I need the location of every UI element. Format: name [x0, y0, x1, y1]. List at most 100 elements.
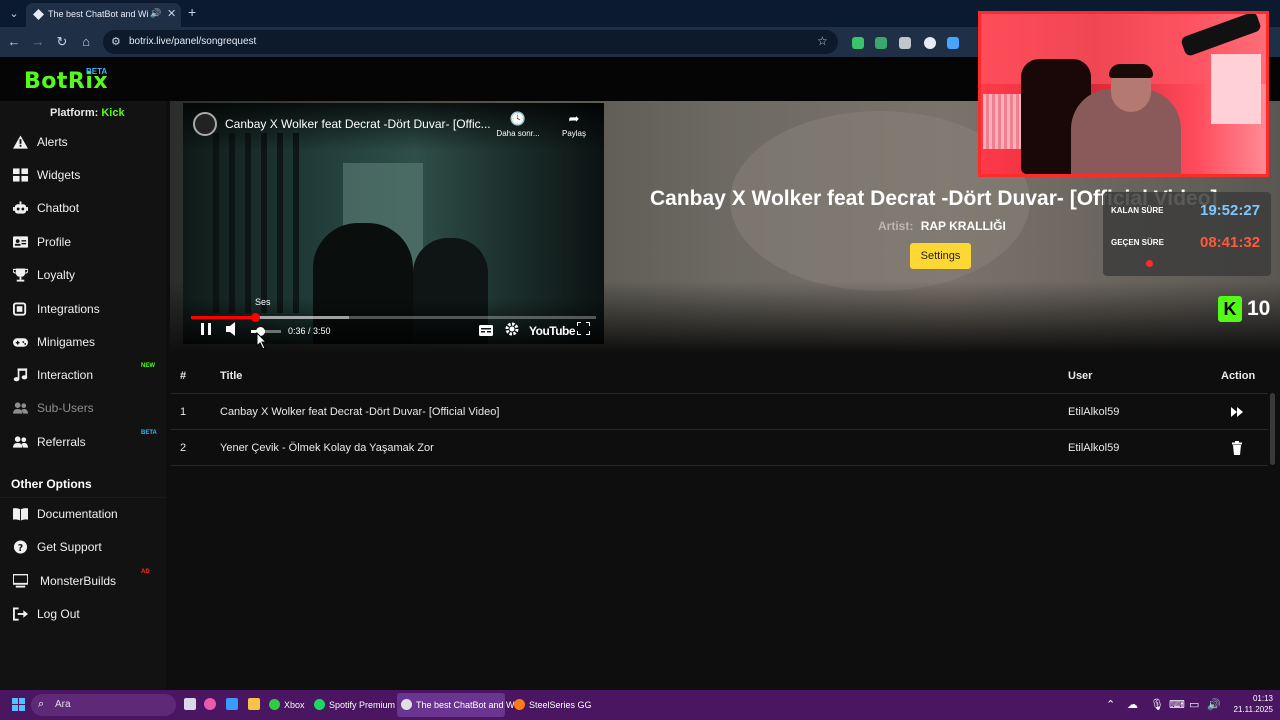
seek-bar[interactable]: [191, 313, 596, 322]
fullscreen-button[interactable]: [576, 321, 591, 338]
volume-tooltip: Ses: [255, 297, 271, 307]
sidebar-item-label: Get Support: [37, 540, 102, 554]
beta-badge: BETA: [141, 430, 157, 436]
webcam-overlay: [978, 11, 1269, 177]
watch-later-button[interactable]: 🕓 Daha sonr...: [488, 111, 548, 138]
beta-badge: BETA: [86, 67, 108, 76]
reload-icon[interactable]: ↻: [54, 34, 70, 50]
file-explorer-icon[interactable]: [248, 698, 260, 710]
warning-icon: [13, 135, 28, 149]
network-icon[interactable]: ▭: [1189, 698, 1199, 711]
subathon-timer-overlay: KALAN SÜRE 19:52:27 GEÇEN SÜRE 08:41:32: [1103, 192, 1271, 276]
row-number: 1: [180, 406, 187, 418]
taskbar-clock[interactable]: 01:13 21.11.2025: [1231, 693, 1273, 715]
botrix-favicon-icon: [33, 9, 44, 20]
sidebar-item-get-support[interactable]: ? Get Support: [0, 532, 166, 562]
skip-forward-icon[interactable]: [1230, 405, 1244, 419]
webcam-image: [1211, 54, 1261, 124]
extension-icon[interactable]: [924, 37, 936, 49]
site-info-icon[interactable]: ⚙: [111, 35, 121, 48]
extension-icon[interactable]: [875, 37, 887, 49]
sidebar-item-label: Alerts: [37, 135, 68, 149]
microphone-icon[interactable]: 🎙: [1150, 698, 1164, 711]
trash-icon[interactable]: [1230, 441, 1244, 455]
captions-button[interactable]: [479, 324, 493, 339]
sidebar-item-monsterbuilds[interactable]: MonsterBuilds AD: [0, 566, 166, 596]
sidebar-item-profile[interactable]: Profile: [0, 227, 166, 257]
grid-icon: [13, 168, 28, 182]
channel-avatar[interactable]: [193, 112, 217, 136]
speaker-icon[interactable]: 🔊: [1207, 698, 1221, 711]
browser-tab-active[interactable]: The best ChatBot and Widg 🔊 ✕: [26, 3, 181, 27]
taskbar-search[interactable]: ⌕ Ara: [31, 694, 176, 716]
sidebar-item-alerts[interactable]: Alerts: [0, 127, 166, 157]
taskbar-app-browser[interactable]: The best ChatBot and W: [397, 693, 515, 717]
sidebar-item-minigames[interactable]: Minigames: [0, 327, 166, 357]
search-placeholder: Ara: [55, 699, 71, 710]
sidebar-item-label: Referrals: [37, 435, 86, 449]
robot-icon: [13, 201, 28, 214]
row-user: EtilAlkol59: [1068, 406, 1120, 418]
book-icon: [13, 508, 28, 521]
youtube-player[interactable]: Canbay X Wolker feat Decrat -Dört Duvar-…: [183, 103, 604, 344]
tab-title: The best ChatBot and Widg: [48, 9, 148, 19]
share-button[interactable]: ➦ Paylaş: [544, 111, 604, 138]
back-arrow-icon[interactable]: ←: [6, 34, 22, 50]
taskbar-app-spotify[interactable]: Spotify Premium: [310, 693, 395, 717]
windows-start-icon[interactable]: [12, 698, 25, 711]
taskbar-app-xbox[interactable]: Xbox: [265, 693, 307, 717]
viewer-count: 10: [1247, 297, 1271, 320]
settings-gear-button[interactable]: [505, 322, 519, 339]
extension-icon[interactable]: [947, 37, 959, 49]
id-card-icon: [13, 236, 28, 248]
speaker-icon[interactable]: 🔊: [150, 8, 161, 19]
platform-indicator: Platform: Kick: [50, 107, 125, 119]
extension-icon[interactable]: [899, 37, 911, 49]
keyboard-icon[interactable]: ⌨: [1169, 698, 1185, 711]
settings-button[interactable]: Settings: [910, 243, 971, 269]
new-tab-button[interactable]: +: [188, 4, 196, 20]
gamepad-icon: [13, 338, 28, 347]
monitor-icon: [13, 574, 28, 588]
video-title[interactable]: Canbay X Wolker feat Decrat -Dört Duvar-…: [225, 117, 491, 131]
address-url: botrix.live/panel/songrequest: [129, 36, 257, 47]
chevron-up-icon[interactable]: ⌃: [1106, 698, 1115, 711]
sidebar-item-documentation[interactable]: Documentation: [0, 499, 166, 529]
sidebar-item-label: Sub-Users: [37, 401, 94, 415]
pause-button[interactable]: [200, 322, 212, 339]
sidebar-item-sub-users[interactable]: Sub-Users: [0, 393, 166, 423]
close-tab-icon[interactable]: ✕: [167, 7, 176, 20]
sidebar-item-chatbot[interactable]: Chatbot: [0, 193, 166, 223]
edge-icon[interactable]: [226, 698, 238, 710]
sidebar-item-label: Interaction: [37, 368, 94, 382]
address-bar[interactable]: ⚙ botrix.live/panel/songrequest ☆: [103, 30, 838, 54]
extension-icon[interactable]: [852, 37, 864, 49]
onedrive-icon[interactable]: ☁: [1127, 698, 1138, 711]
sidebar-item-interaction[interactable]: Interaction NEW: [0, 360, 166, 390]
home-icon[interactable]: ⌂: [78, 34, 94, 50]
tab-search-button[interactable]: ⌄: [5, 5, 23, 23]
seek-handle[interactable]: [250, 313, 260, 322]
copilot-icon[interactable]: [204, 698, 216, 710]
sidebar-item-integrations[interactable]: Integrations: [0, 294, 166, 324]
taskbar-app-steelseries[interactable]: SteelSeries GG: [510, 693, 592, 717]
pause-icon: [201, 323, 211, 335]
sidebar-item-referrals[interactable]: Referrals BETA: [0, 427, 166, 457]
sidebar-item-widgets[interactable]: Widgets: [0, 160, 166, 190]
forward-arrow-icon[interactable]: →: [30, 34, 46, 50]
sidebar-item-loyalty[interactable]: Loyalty: [0, 260, 166, 290]
users-icon: [13, 402, 28, 414]
bookmark-star-icon[interactable]: ☆: [817, 34, 828, 48]
kick-logo-icon: K: [1218, 296, 1242, 322]
music-icon: [13, 368, 28, 382]
task-view-icon[interactable]: [184, 698, 196, 710]
sidebar-item-log-out[interactable]: Log Out: [0, 599, 166, 629]
now-playing-artist: Artist: RAP KRALLIĞI: [878, 219, 1006, 233]
mute-button[interactable]: [226, 322, 239, 339]
other-options-heading: Other Options: [11, 477, 92, 491]
xbox-icon: [269, 699, 280, 710]
youtube-logo[interactable]: YouTube: [529, 324, 576, 338]
elapsed-label: GEÇEN SÜRE: [1111, 238, 1164, 247]
table-scrollbar[interactable]: [1270, 393, 1275, 465]
row-title: Canbay X Wolker feat Decrat -Dört Duvar-…: [220, 406, 500, 418]
